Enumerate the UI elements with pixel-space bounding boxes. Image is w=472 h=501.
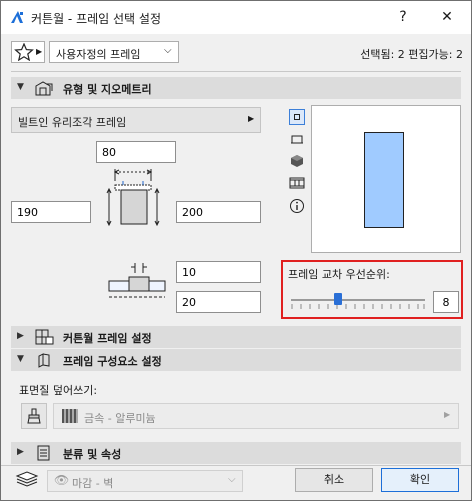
chevron-down-icon: ⌵	[164, 45, 172, 56]
chevron-right-icon: ▶	[36, 47, 43, 56]
offset-top-input[interactable]	[176, 261, 261, 283]
title-bar: 커튼월 - 프레임 선택 설정 ? ✕	[1, 1, 471, 34]
section-label: 커튼월 프레임 설정	[63, 332, 152, 345]
chevron-right-icon: ▶	[444, 410, 451, 419]
divider	[11, 71, 461, 72]
frame-geometry-icon	[35, 81, 53, 96]
3d-view-icon[interactable]	[289, 153, 305, 169]
section-label: 유형 및 지오메트리	[63, 83, 152, 96]
classification-icon	[37, 445, 50, 461]
surface-material-value: 금속 - 알루미늄	[84, 412, 156, 425]
section-view-icon[interactable]	[289, 131, 305, 147]
priority-slider-track[interactable]	[291, 299, 425, 301]
section-classification[interactable]: ▶ 분류 및 속성	[11, 442, 461, 464]
frame-type-selector[interactable]: 빌트인 유리조각 프레임 ▶	[11, 107, 261, 133]
section-label: 분류 및 속성	[63, 448, 122, 461]
star-icon	[14, 43, 34, 61]
archicad-logo-icon	[11, 11, 23, 23]
info-icon[interactable]	[289, 198, 305, 214]
close-button[interactable]: ✕	[433, 6, 461, 28]
material-swatch-icon	[62, 409, 78, 423]
frame-preview	[311, 105, 461, 253]
ok-button[interactable]: 확인	[381, 468, 459, 492]
favorites-dropdown[interactable]: 사용자정의 프레임 ⌵	[49, 41, 179, 63]
window-title: 커튼월 - 프레임 선택 설정	[31, 12, 161, 26]
layer-value: 마감 - 벽	[72, 477, 114, 490]
frame-component-icon	[38, 353, 50, 368]
section-type-geometry[interactable]: ▼ 유형 및 지오메트리	[11, 77, 461, 99]
section-curtainwall-frame[interactable]: ▶ 커튼월 프레임 설정	[11, 326, 461, 348]
expand-triangle-icon: ▼	[17, 82, 24, 92]
paint-brush-icon	[27, 408, 41, 424]
collapse-triangle-icon: ▶	[17, 331, 24, 341]
cancel-button[interactable]: 취소	[295, 468, 373, 492]
eye-icon: 👁	[54, 473, 70, 487]
curtainwall-frame-icon	[35, 329, 54, 345]
film-strip-icon[interactable]	[289, 175, 305, 191]
surface-override-label: 표면질 덮어쓰기:	[19, 384, 98, 397]
priority-value-input[interactable]	[433, 291, 459, 313]
offset-bottom-input[interactable]	[176, 291, 261, 313]
plan-view-icon[interactable]	[289, 109, 305, 125]
surface-material-selector[interactable]: 금속 - 알루미늄 ▶	[53, 403, 459, 429]
layer-stack-icon	[15, 471, 39, 487]
frame-section-diagram	[106, 169, 160, 227]
frame-type-value: 빌트인 유리조각 프레임	[18, 116, 127, 129]
priority-group: 프레임 교차 우선순위:	[281, 260, 463, 319]
frame-width-right-input[interactable]	[176, 201, 261, 223]
frame-width-left-input[interactable]	[11, 201, 91, 223]
selection-status: 선택됨: 2 편집가능: 2	[360, 48, 463, 61]
layer-dropdown[interactable]: 👁 마감 - 벽 ⌵	[47, 470, 243, 492]
expand-triangle-icon: ▼	[17, 354, 24, 364]
chevron-right-icon: ▶	[248, 114, 255, 123]
frame-offset-diagram	[108, 263, 166, 298]
help-button[interactable]: ?	[389, 6, 417, 28]
priority-label: 프레임 교차 우선순위:	[288, 268, 390, 281]
section-label: 프레임 구성요소 설정	[63, 355, 162, 368]
favorites-dropdown-value: 사용자정의 프레임	[56, 48, 141, 61]
frame-preview-shape	[364, 132, 404, 228]
surface-override-toggle[interactable]	[21, 403, 47, 429]
collapse-triangle-icon: ▶	[17, 447, 24, 457]
priority-slider-thumb[interactable]	[333, 293, 342, 305]
favorites-button[interactable]: ▶	[11, 41, 45, 63]
frame-depth-input[interactable]	[96, 141, 176, 163]
priority-slider-ticks	[291, 304, 425, 309]
divider	[1, 465, 471, 466]
chevron-down-icon: ⌵	[228, 474, 236, 485]
section-frame-components[interactable]: ▼ 프레임 구성요소 설정	[11, 349, 461, 371]
dialog-window: 커튼월 - 프레임 선택 설정 ? ✕ ▶ 사용자정의 프레임 ⌵ 선택됨: 2…	[0, 0, 472, 501]
